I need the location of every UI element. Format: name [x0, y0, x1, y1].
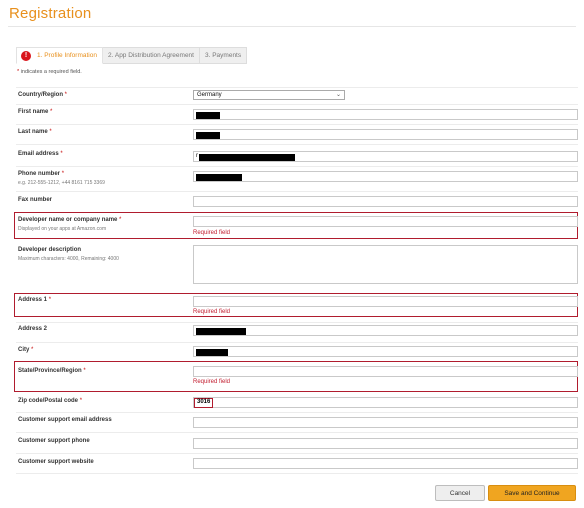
phone-hint: e.g. 212-555-1212, +44 8161 715 3369 [18, 180, 105, 186]
cancel-button[interactable]: Cancel [435, 485, 485, 501]
support-email-label: Customer support email address [18, 417, 112, 423]
required-note-text: indicates a required field. [19, 69, 82, 75]
phone-label: Phone number * [18, 171, 65, 177]
redacted-value [196, 112, 220, 119]
state-error: Required field [193, 379, 231, 385]
address1-input[interactable] [193, 296, 578, 307]
required-note: * indicates a required field. [17, 69, 82, 75]
city-input[interactable] [193, 346, 578, 357]
row-divider [16, 104, 578, 105]
save-and-continue-button[interactable]: Save and Continue [488, 485, 576, 501]
fax-input[interactable] [193, 196, 578, 207]
email-prefix: r [196, 153, 198, 159]
title-divider [8, 26, 576, 27]
redacted-value [196, 328, 246, 335]
tab-label: 1. Profile Information [37, 52, 97, 59]
email-label: Email address * [18, 151, 63, 157]
row-divider [16, 453, 578, 454]
tab-label: 2. App Distribution Agreement [107, 52, 194, 59]
chevron-down-icon: ⌄ [335, 92, 341, 98]
redacted-value [196, 132, 220, 139]
developer-name-hint: Displayed on your apps at Amazon.com [18, 226, 107, 232]
redacted-value [196, 174, 242, 181]
error-icon: ! [21, 50, 31, 61]
last-name-input[interactable] [193, 129, 578, 140]
support-email-input[interactable] [193, 417, 578, 428]
country-label: Country/Region * [18, 92, 68, 98]
tab-app-distribution-agreement[interactable]: 2. App Distribution Agreement [102, 47, 200, 64]
tab-label: 3. Payments [204, 52, 242, 59]
country-value: Germany [197, 92, 222, 98]
zip-value: 3016 [197, 399, 211, 405]
state-label: State/Province/Region * [18, 368, 86, 374]
first-name-label: First name * [18, 109, 53, 115]
email-input[interactable]: r [193, 151, 578, 162]
row-divider [16, 473, 578, 474]
row-divider [16, 124, 578, 125]
address2-input[interactable] [193, 325, 578, 336]
support-phone-label: Customer support phone [18, 438, 90, 444]
address1-label: Address 1 * [18, 297, 52, 303]
row-divider [16, 87, 578, 88]
developer-description-hint: Maximum characters: 4000, Remaining: 400… [18, 256, 119, 262]
phone-input[interactable] [193, 171, 578, 182]
redacted-value [196, 349, 228, 356]
zip-label: Zip code/Postal code * [18, 398, 83, 404]
row-divider [16, 342, 578, 343]
support-website-label: Customer support website [18, 459, 94, 465]
row-divider [16, 322, 578, 323]
redacted-value [199, 154, 295, 161]
last-name-label: Last name * [18, 129, 52, 135]
developer-name-label: Developer name or company name * [18, 217, 122, 223]
tab-profile-information[interactable]: ! 1. Profile Information [16, 47, 103, 64]
page-title: Registration [9, 5, 92, 22]
row-divider [16, 412, 578, 413]
developer-name-error: Required field [193, 230, 231, 236]
row-divider [16, 432, 578, 433]
row-divider [16, 166, 578, 167]
first-name-input[interactable] [193, 109, 578, 120]
address1-error: Required field [193, 309, 231, 315]
tab-payments[interactable]: 3. Payments [199, 47, 248, 64]
tab-bar: ! 1. Profile Information 2. App Distribu… [16, 47, 248, 64]
developer-description-label: Developer description [18, 247, 82, 253]
city-label: City * [18, 347, 34, 353]
zip-input[interactable] [193, 397, 578, 408]
address2-label: Address 2 [18, 326, 48, 332]
fax-label: Fax number [18, 197, 53, 203]
developer-description-textarea[interactable] [193, 245, 578, 284]
developer-name-input[interactable] [193, 216, 578, 227]
country-select[interactable]: Germany ⌄ [193, 90, 345, 100]
state-input[interactable] [193, 366, 578, 377]
support-website-input[interactable] [193, 458, 578, 469]
row-divider [16, 144, 578, 145]
support-phone-input[interactable] [193, 438, 578, 449]
row-divider [16, 191, 578, 192]
